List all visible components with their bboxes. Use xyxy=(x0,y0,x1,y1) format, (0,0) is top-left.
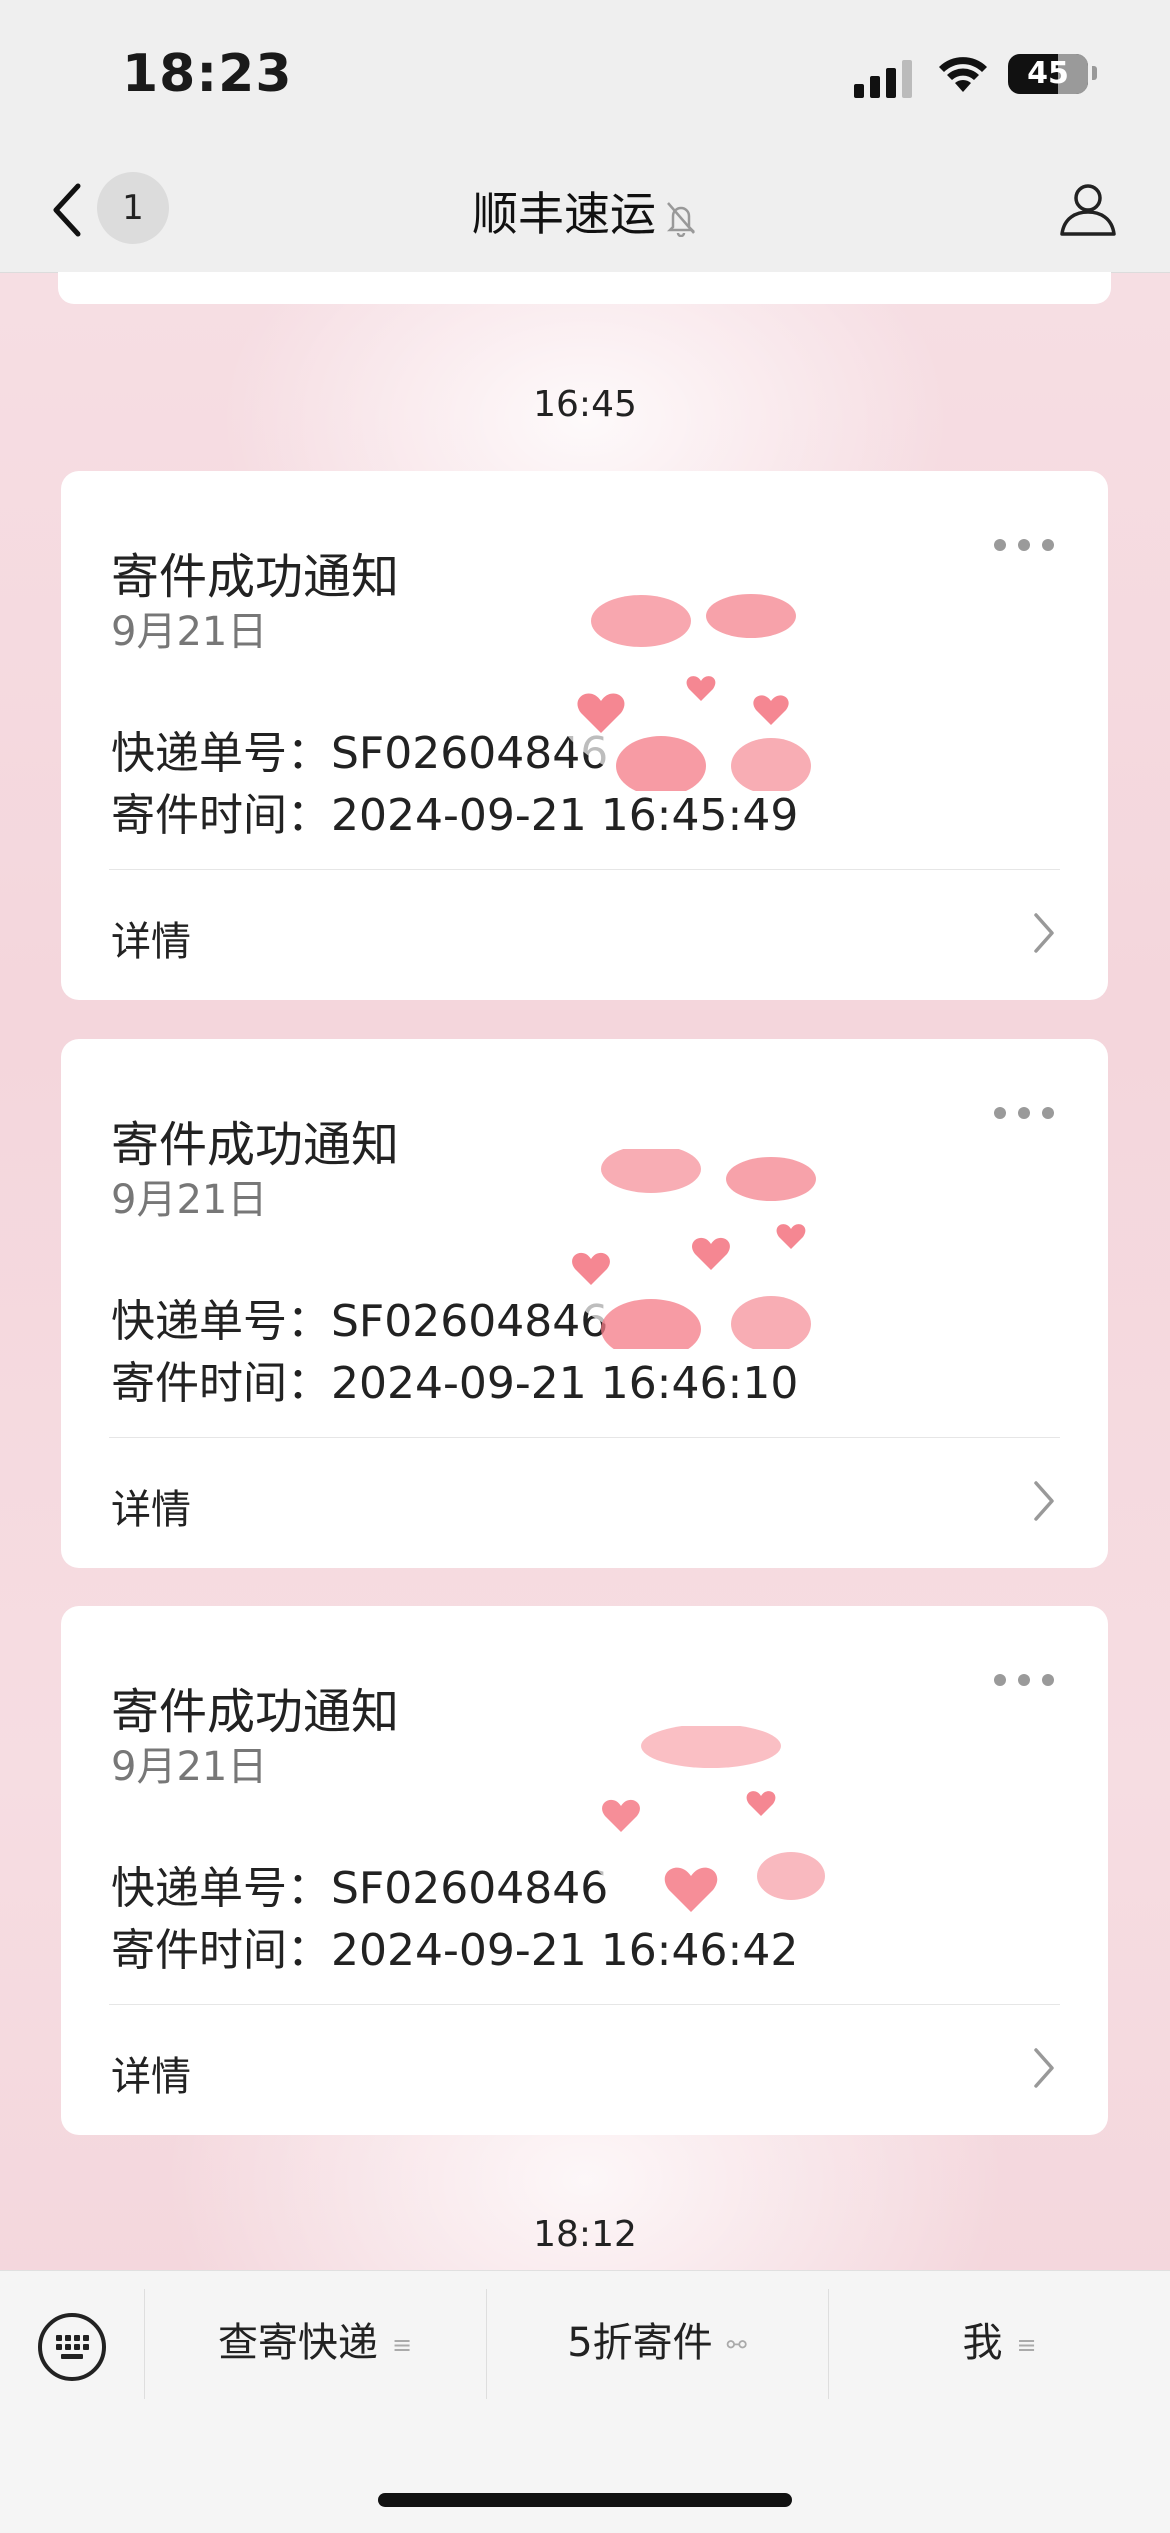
menu-half-price-send[interactable]: 5折寄件 ⚯ xyxy=(487,2287,827,2399)
chevron-right-icon[interactable] xyxy=(1030,1479,1058,1523)
keyboard-icon[interactable] xyxy=(36,2311,108,2383)
card-heading: 寄件成功通知 xyxy=(111,1684,400,1740)
send-time-label: 寄件时间： xyxy=(111,1925,331,1976)
tracking-number-row: 快递单号：SF02604846 xyxy=(111,717,608,781)
cellular-signal-icon xyxy=(854,58,914,98)
person-icon[interactable] xyxy=(1058,178,1118,238)
menu-half-price-send-label: 5折寄件 xyxy=(567,2320,713,2366)
chevron-right-icon[interactable] xyxy=(1030,911,1058,955)
card-heading: 寄件成功通知 xyxy=(111,1117,400,1173)
send-time-value: 2024-09-21 16:46:10 xyxy=(331,1358,799,1409)
bell-slash-icon xyxy=(666,201,696,237)
send-time-label: 寄件时间： xyxy=(111,1358,331,1409)
timestamp: 16:45 xyxy=(533,384,637,425)
link-icon: ⚯ xyxy=(726,2331,747,2359)
battery-tip xyxy=(1092,66,1097,80)
card-divider xyxy=(109,1437,1060,1438)
card-divider xyxy=(109,869,1060,870)
send-time-row: 寄件时间：2024-09-21 16:46:10 xyxy=(111,1347,798,1411)
nav-bar: 1 顺丰速运 xyxy=(0,150,1170,273)
submenu-lines-icon: ≡ xyxy=(1016,2331,1037,2359)
more-icon[interactable] xyxy=(994,1107,1054,1121)
chevron-right-icon[interactable] xyxy=(1030,2046,1058,2090)
notification-card[interactable]: 寄件成功通知 9月21日 快递单号：SF02604846 寄件时间：2024-0… xyxy=(61,471,1108,1000)
card-date: 9月21日 xyxy=(111,1744,268,1790)
tracking-number-row: 快递单号：SF02604846 xyxy=(111,1852,608,1916)
detail-link[interactable]: 详情 xyxy=(111,1477,191,1535)
tracking-label: 快递单号： xyxy=(111,1296,331,1347)
chat-title-text: 顺丰速运 xyxy=(472,187,656,241)
tracking-label: 快递单号： xyxy=(111,728,331,779)
heart-sticker-overlay xyxy=(551,594,831,791)
heart-sticker-overlay xyxy=(551,1149,831,1349)
card-heading: 寄件成功通知 xyxy=(111,549,400,605)
notification-card[interactable]: 寄件成功通知 9月21日 快递单号：SF02604846 寄件时间：2024-0… xyxy=(61,1606,1108,2135)
detail-link[interactable]: 详情 xyxy=(111,2044,191,2102)
timestamp: 18:12 xyxy=(533,2214,637,2255)
more-icon[interactable] xyxy=(994,539,1054,553)
status-bar: 18:23 45 xyxy=(0,0,1170,150)
tracking-label: 快递单号： xyxy=(111,1863,331,1914)
menu-query-shipment-label: 查寄快递 xyxy=(217,2320,378,2366)
send-time-value: 2024-09-21 16:46:42 xyxy=(331,1925,799,1976)
previous-message-card xyxy=(58,272,1111,304)
tracking-number-row: 快递单号：SF02604846 xyxy=(111,1285,608,1349)
card-date: 9月21日 xyxy=(111,1177,268,1223)
card-divider xyxy=(109,2004,1060,2005)
send-time-label: 寄件时间： xyxy=(111,790,331,841)
card-date: 9月21日 xyxy=(111,609,268,655)
notification-card[interactable]: 寄件成功通知 9月21日 快递单号：SF02604846 寄件时间：2024-0… xyxy=(61,1039,1108,1568)
home-indicator[interactable] xyxy=(378,2493,792,2507)
more-icon[interactable] xyxy=(994,1674,1054,1688)
battery-level: 45 xyxy=(1027,56,1069,91)
menu-me[interactable]: 我 ≡ xyxy=(829,2287,1170,2399)
detail-link[interactable]: 详情 xyxy=(111,909,191,967)
menu-me-label: 我 xyxy=(962,2320,1003,2366)
battery-icon: 45 xyxy=(1008,54,1088,94)
heart-sticker-overlay xyxy=(581,1726,841,1916)
send-time-value: 2024-09-21 16:45:49 xyxy=(331,790,799,841)
status-time: 18:23 xyxy=(122,44,293,104)
submenu-lines-icon: ≡ xyxy=(391,2331,413,2359)
chat-title: 顺丰速运 xyxy=(0,178,1170,244)
wifi-icon xyxy=(939,57,987,92)
menu-query-shipment[interactable]: 查寄快递 ≡ xyxy=(145,2287,485,2399)
